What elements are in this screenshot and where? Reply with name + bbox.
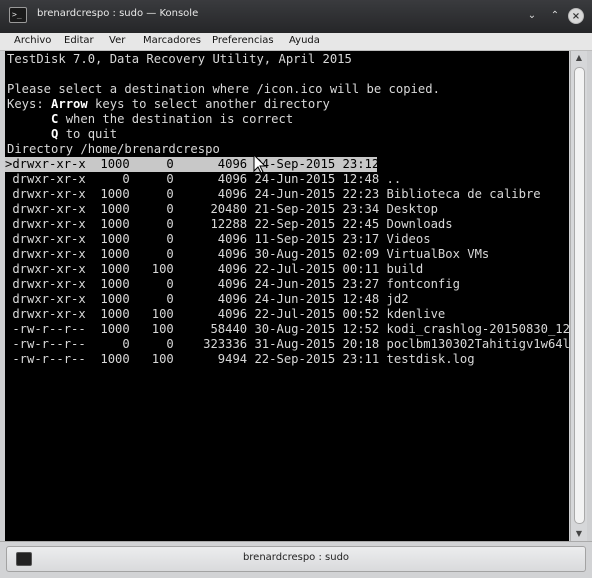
directory-entry[interactable]: -rw-r--r-- 1000 100 58440 30-Aug-2015 12…	[5, 322, 569, 337]
directory-entry[interactable]: drwxr-xr-x 1000 100 4096 22-Jul-2015 00:…	[5, 307, 445, 322]
directory-entry[interactable]: drwxr-xr-x 1000 0 12288 22-Sep-2015 22:4…	[5, 217, 452, 232]
title-bar: >_ brenardcrespo : sudo — Konsole ⌄ ⌃ ×	[0, 0, 592, 34]
directory-entry[interactable]: drwxr-xr-x 1000 100 4096 22-Jul-2015 00:…	[5, 262, 423, 277]
directory-entry[interactable]: drwxr-xr-x 1000 0 4096 24-Jun-2015 23:27…	[5, 277, 460, 292]
directory-entry[interactable]: drwxr-xr-x 1000 0 4096 24-Jun-2015 12:48…	[5, 292, 408, 307]
tab-label: brenardcrespo : sudo	[242, 552, 350, 563]
scroll-up-icon[interactable]: ▲	[574, 53, 584, 63]
testdisk-header: TestDisk 7.0, Data Recovery Utility, Apr…	[7, 52, 352, 66]
menu-archivo[interactable]: Archivo	[14, 35, 51, 46]
menu-ver[interactable]: Ver	[109, 35, 125, 46]
keys-help-q: Q to quit	[7, 127, 117, 142]
menu-editar[interactable]: Editar	[64, 35, 94, 46]
menu-ayuda[interactable]: Ayuda	[289, 35, 320, 46]
key-arrow: Arrow	[51, 97, 88, 111]
keys-prefix: Keys:	[7, 97, 52, 111]
directory-entry[interactable]: -rw-r--r-- 1000 100 9494 22-Sep-2015 23:…	[5, 352, 474, 367]
tab-bar: brenardcrespo : sudo	[0, 541, 592, 578]
minimize-icon[interactable]: ⌄	[524, 8, 540, 24]
menu-marcadores[interactable]: Marcadores	[143, 35, 201, 46]
directory-entry[interactable]: drwxr-xr-x 1000 0 4096 24-Jun-2015 22:23…	[5, 187, 540, 202]
keys-help-c: C when the destination is correct	[7, 112, 293, 127]
directory-entry[interactable]: drwxr-xr-x 1000 0 4096 30-Aug-2015 02:09…	[5, 247, 489, 262]
current-directory: Directory /home/brenardcrespo	[7, 142, 220, 156]
scroll-down-icon[interactable]: ▼	[574, 529, 584, 539]
key-c-desc: when the destination is correct	[58, 112, 294, 126]
scrollbar-thumb[interactable]	[574, 67, 585, 524]
close-icon[interactable]: ×	[568, 8, 584, 24]
window-title: brenardcrespo : sudo — Konsole	[37, 8, 199, 19]
directory-entry[interactable]: drwxr-xr-x 1000 0 4096 11-Sep-2015 23:17…	[5, 232, 430, 247]
vertical-scrollbar[interactable]: ▲ ▼	[570, 51, 587, 541]
konsole-icon: >_	[9, 7, 27, 23]
maximize-icon[interactable]: ⌃	[547, 8, 563, 24]
menu-bar: Archivo Editar Ver Marcadores Preferenci…	[0, 33, 592, 51]
terminal-area[interactable]: TestDisk 7.0, Data Recovery Utility, Apr…	[5, 51, 569, 541]
destination-prompt: Please select a destination where /icon.…	[7, 82, 440, 96]
directory-entry-selected[interactable]: >drwxr-xr-x 1000 0 4096 24-Sep-2015 23:1…	[5, 157, 394, 172]
directory-entry[interactable]: -rw-r--r-- 0 0 323336 31-Aug-2015 20:18 …	[5, 337, 569, 352]
key-arrow-desc: keys to select another directory	[87, 97, 330, 111]
session-tab[interactable]: brenardcrespo : sudo	[6, 546, 586, 572]
key-q-desc: to quit	[58, 127, 118, 141]
keys-help-arrow: Keys: Arrow keys to select another direc…	[7, 97, 330, 112]
directory-entry[interactable]: drwxr-xr-x 0 0 4096 24-Jun-2015 12:48 ..	[5, 172, 401, 187]
mouse-pointer-icon	[253, 154, 267, 174]
menu-preferencias[interactable]: Preferencias	[212, 35, 274, 46]
directory-entry[interactable]: drwxr-xr-x 1000 0 20480 21-Sep-2015 23:3…	[5, 202, 438, 217]
